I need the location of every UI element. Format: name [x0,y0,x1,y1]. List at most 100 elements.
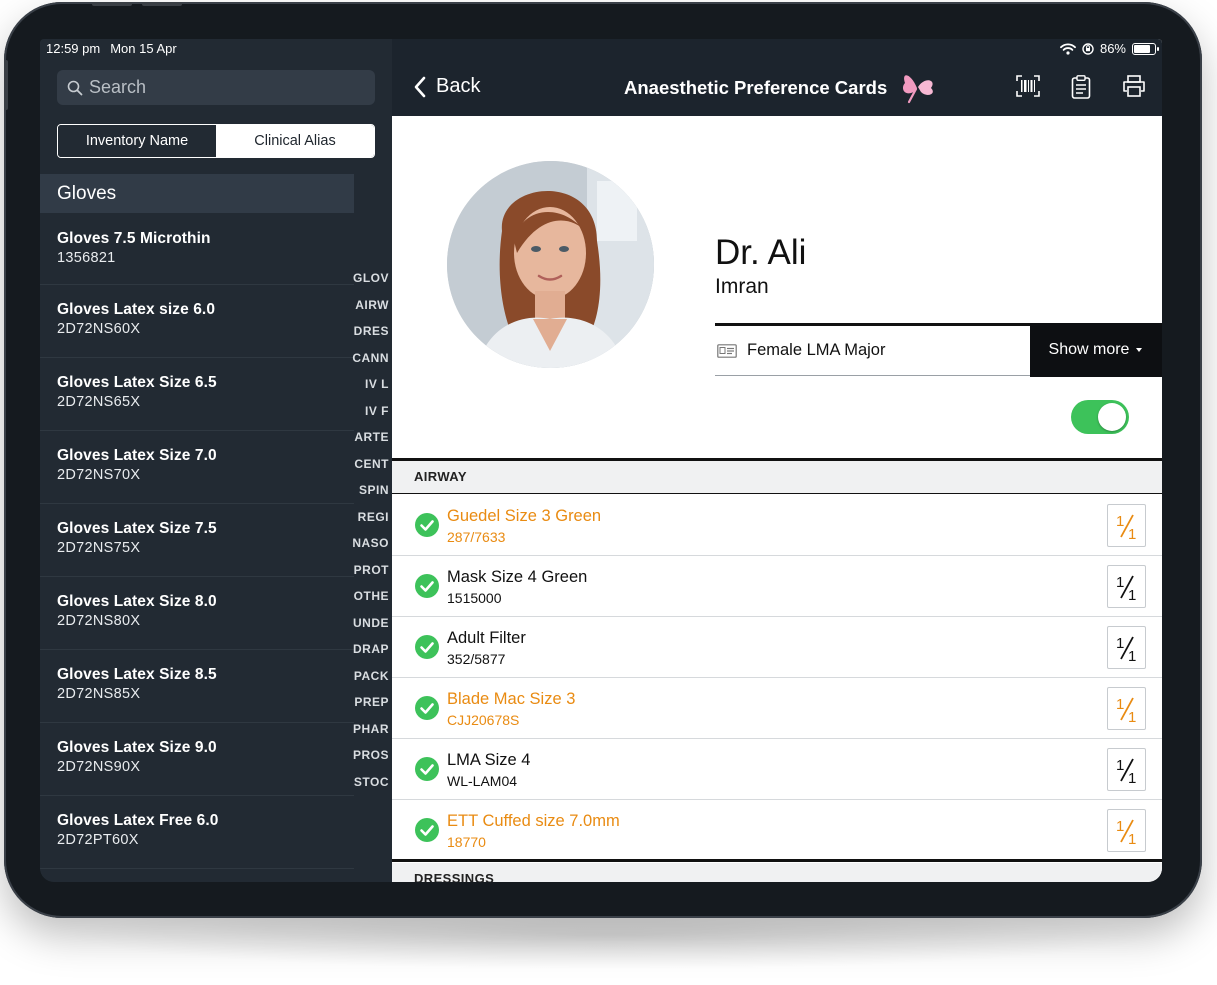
id-card-icon [717,343,737,358]
list-item[interactable]: Gloves Latex Free 6.0 2D72PT60X [40,796,354,869]
item-name: Gloves 7.5 Microthin [57,230,211,247]
index-letter[interactable]: PREP [352,689,392,716]
list-item[interactable]: Gloves Latex Size 8.5 2D72NS85X [40,650,354,723]
row-item-name: Guedel Size 3 Green [447,507,602,525]
show-more-button[interactable]: Show more [1030,322,1162,377]
index-letter[interactable]: CENT [352,451,392,478]
printer-icon[interactable] [1122,75,1146,97]
item-name: Gloves Latex size 6.0 [57,301,216,318]
item-code: 2D72NS65X [57,394,141,410]
item-name: Gloves Latex Size 9.0 [57,739,217,756]
checkmark-icon[interactable] [415,574,439,598]
index-letter[interactable]: REGI [352,504,392,531]
index-letter[interactable]: ARTE [352,424,392,451]
index-letter[interactable]: AIRW [352,292,392,319]
row-item-code: CJJ20678S [447,712,520,728]
index-letter[interactable]: NASO [352,530,392,557]
table-row[interactable]: Adult Filter 352/5877 11 [392,617,1162,678]
section-index: GLOV AIRW DRES CANN IV L IV F ARTE CENT … [352,265,392,795]
checkmark-icon[interactable] [415,635,439,659]
list-item[interactable]: Gloves Latex Size 8.0 2D72NS80X [40,577,354,650]
item-code: 2D72NS85X [57,686,141,702]
item-code: 2D72NS80X [57,613,141,629]
preference-card-selector: Female LMA Major Show more [715,322,1162,377]
avatar [447,161,654,368]
list-item[interactable]: Gloves Latex size 6.0 2D72NS60X [40,285,354,358]
table-row[interactable]: Mask Size 4 Green 1515000 11 [392,556,1162,617]
barcode-scan-icon[interactable] [1016,75,1040,97]
list-item[interactable]: Gloves Latex Size 9.0 2D72NS90X [40,723,354,796]
segment-clinical-alias[interactable]: Clinical Alias [216,125,374,157]
index-letter[interactable]: GLOV [352,265,392,292]
row-item-code: 287/7633 [447,529,506,545]
card-name[interactable]: Female LMA Major [715,326,1030,375]
list-item[interactable]: Gloves Latex Size 7.0 2D72NS70X [40,431,354,504]
page-title: Anaesthetic Preference Cards [624,77,888,98]
category-header-airway: AIRWAY [392,458,1162,494]
index-letter[interactable]: PROT [352,557,392,584]
index-letter[interactable]: UNDE [352,610,392,637]
quantity-button[interactable]: 11 [1107,565,1146,608]
status-time: 12:59 pm [46,41,101,56]
toggle-knob [1098,403,1126,431]
fraction-icon: 11 [1116,635,1136,663]
item-name: Gloves Latex Size 6.5 [57,374,217,391]
segment-inventory-name[interactable]: Inventory Name [58,125,216,157]
table-row[interactable]: Guedel Size 3 Green 287/7633 11 [392,495,1162,556]
surgeon-last-name: Imran [715,275,769,298]
back-button[interactable]: Back [414,75,480,98]
index-letter[interactable]: DRAP [352,636,392,663]
row-item-name: Blade Mac Size 3 [447,690,576,708]
index-letter[interactable]: PACK [352,663,392,690]
row-item-code: 1515000 [447,590,502,606]
svg-text:1: 1 [1116,757,1124,774]
clipboard-icon[interactable] [1071,75,1091,99]
sidebar: 12:59 pm Mon 15 Apr Inventory Name Clinic… [40,39,392,882]
index-letter[interactable]: PROS [352,742,392,769]
item-code: 2D72NS70X [57,467,141,483]
index-letter[interactable]: SPIN [352,477,392,504]
hardware-button [4,60,8,110]
back-label: Back [436,75,481,97]
item-code: 1356821 [57,250,116,266]
butterfly-logo-icon [903,75,933,104]
checkmark-icon[interactable] [415,696,439,720]
checkmark-icon[interactable] [415,757,439,781]
quantity-button[interactable]: 11 [1107,504,1146,547]
index-letter[interactable]: STOC [352,769,392,796]
index-letter[interactable]: CANN [352,345,392,372]
row-item-code: 352/5877 [447,651,506,667]
quantity-button[interactable]: 11 [1107,809,1146,852]
index-letter[interactable]: DRES [352,318,392,345]
card-toggle-switch[interactable] [1071,400,1129,434]
table-row[interactable]: ETT Cuffed size 7.0mm 18770 11 [392,800,1162,862]
svg-text:1: 1 [1116,635,1124,652]
status-bar-right: 86% [1060,41,1159,56]
list-item[interactable]: Gloves 7.5 Microthin 1356821 [40,213,354,285]
checkmark-icon[interactable] [415,513,439,537]
index-letter[interactable]: PHAR [352,716,392,743]
show-more-label: Show more [1048,340,1130,358]
item-code: 2D72NS60X [57,321,141,337]
table-row[interactable]: LMA Size 4 WL-LAM04 11 [392,739,1162,800]
search-bar[interactable] [57,70,375,105]
card-label: Female LMA Major [747,341,886,359]
list-item[interactable]: Gloves Latex Size 6.5 2D72NS65X [40,358,354,431]
navigation-bar: 86% Back Anaesthetic Preference Cards [392,39,1162,116]
quantity-button[interactable]: 11 [1107,748,1146,791]
list-item[interactable]: Gloves Latex Size 7.5 2D72NS75X [40,504,354,577]
quantity-button[interactable]: 11 [1107,626,1146,669]
index-letter[interactable]: IV F [352,398,392,425]
checkmark-icon[interactable] [415,818,439,842]
svg-text:1: 1 [1128,831,1136,846]
search-input[interactable] [89,77,359,98]
svg-text:1: 1 [1128,526,1136,541]
table-row[interactable]: Blade Mac Size 3 CJJ20678S 11 [392,678,1162,739]
battery-icon [1132,42,1159,55]
category-header-dressings: DRESSINGS [392,863,1162,882]
item-name: Gloves Latex Size 8.0 [57,593,217,610]
index-letter[interactable]: OTHE [352,583,392,610]
svg-text:1: 1 [1128,587,1136,602]
quantity-button[interactable]: 11 [1107,687,1146,730]
index-letter[interactable]: IV L [352,371,392,398]
